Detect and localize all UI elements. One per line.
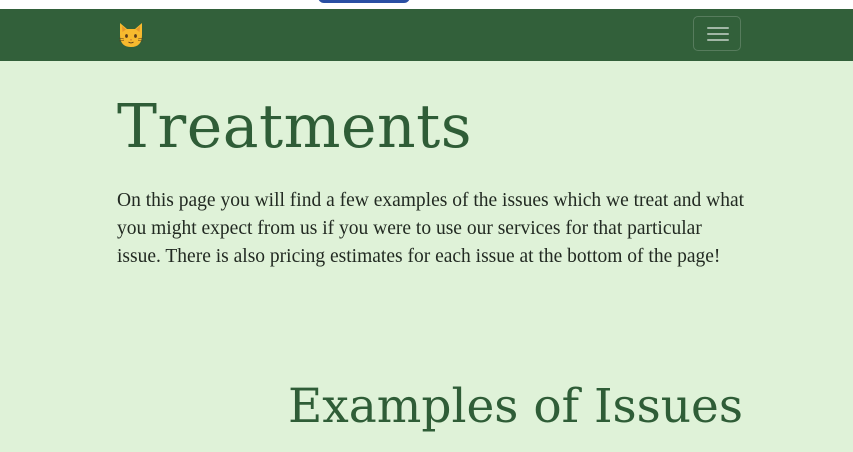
page-title: Treatments bbox=[117, 92, 473, 162]
top-tab-indicator bbox=[318, 0, 410, 3]
brand-logo-link[interactable] bbox=[116, 20, 146, 50]
cat-face-icon bbox=[118, 23, 144, 47]
intro-paragraph: On this page you will find a few example… bbox=[117, 190, 745, 267]
navbar-toggle-button[interactable] bbox=[693, 16, 741, 51]
browser-top-strip bbox=[0, 0, 853, 9]
section-title-examples: Examples of Issues bbox=[287, 379, 743, 434]
navbar bbox=[0, 9, 853, 61]
